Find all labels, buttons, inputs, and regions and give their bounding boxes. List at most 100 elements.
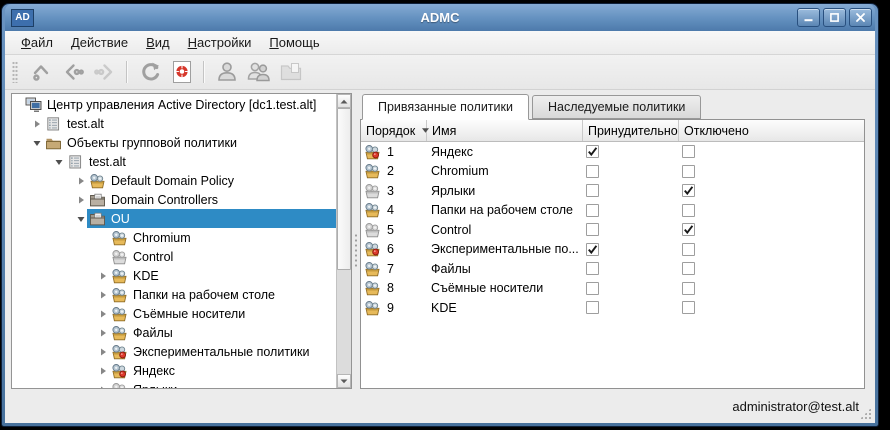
gpo-red-icon <box>111 344 128 360</box>
toolbar-refresh-button[interactable] <box>136 58 163 86</box>
expander-closed-icon[interactable] <box>74 176 87 186</box>
enforced-checkbox[interactable] <box>586 301 599 315</box>
disabled-checkbox[interactable] <box>682 262 695 276</box>
tree-item[interactable]: Объекты групповой политики <box>12 133 336 152</box>
tree-item[interactable]: KDE <box>12 266 336 285</box>
tree-item[interactable]: OU <box>12 209 336 228</box>
toolbar-target-button[interactable] <box>168 58 195 86</box>
menu-item-settings[interactable]: Настройки <box>180 33 260 52</box>
policy-row[interactable]: 5 Control <box>361 220 864 240</box>
column-header-1[interactable]: Порядок <box>361 120 430 141</box>
disabled-checkbox[interactable] <box>682 184 695 198</box>
toolbar-go-back-button[interactable] <box>59 58 86 86</box>
tree-item-body: Ярлыки <box>109 380 336 388</box>
enforced-checkbox[interactable] <box>586 223 599 237</box>
enforced-checkbox[interactable] <box>586 281 599 295</box>
disabled-checkbox[interactable] <box>682 145 695 159</box>
column-header-2[interactable]: Имя <box>427 120 583 141</box>
tree-item[interactable]: Яндекс <box>12 361 336 380</box>
resize-grip[interactable] <box>859 407 872 420</box>
expander-closed-icon[interactable] <box>74 195 87 205</box>
menu-item-file[interactable]: Файл <box>13 33 61 52</box>
toolbar-go-forward-button[interactable] <box>91 58 118 86</box>
enforced-checkbox[interactable] <box>586 184 599 198</box>
enforced-checkbox[interactable] <box>586 145 599 159</box>
disabled-checkbox[interactable] <box>682 242 695 256</box>
column-header-3[interactable]: Принудительно <box>583 120 679 141</box>
order-cell: 5 <box>361 222 427 238</box>
expander-closed-icon[interactable] <box>30 119 43 129</box>
menu-item-view[interactable]: Вид <box>138 33 178 52</box>
toolbar-create-user-button[interactable] <box>213 58 240 86</box>
disabled-checkbox[interactable] <box>682 301 695 315</box>
minimize-button[interactable] <box>797 8 820 27</box>
policy-row[interactable]: 7 Файлы <box>361 259 864 279</box>
menu-item-help[interactable]: Помощь <box>261 33 327 52</box>
toolbar-drag-handle[interactable] <box>12 61 18 83</box>
tree-item[interactable]: Default Domain Policy <box>12 171 336 190</box>
scrollbar-thumb[interactable] <box>337 108 351 270</box>
tree-item-label: Съёмные носители <box>133 306 246 321</box>
tree-item[interactable]: Съёмные носители <box>12 304 336 323</box>
toolbar <box>5 55 875 90</box>
tree-item[interactable]: test.alt <box>12 152 336 171</box>
scroll-up-button[interactable] <box>337 94 351 108</box>
disabled-checkbox[interactable] <box>682 281 695 295</box>
policy-row[interactable]: 6 Экспериментальные по... <box>361 240 864 260</box>
policy-row[interactable]: 2 Chromium <box>361 162 864 182</box>
policy-row[interactable]: 9 KDE <box>361 298 864 318</box>
titlebar[interactable]: AD ADMC <box>5 4 875 31</box>
maximize-button[interactable] <box>823 8 846 27</box>
menu-item-action[interactable]: Действие <box>63 33 136 52</box>
disabled-checkbox[interactable] <box>682 203 695 217</box>
expander-closed-icon[interactable] <box>96 271 109 281</box>
close-button[interactable] <box>849 8 872 27</box>
target-icon <box>170 60 194 84</box>
expander-open-icon[interactable] <box>52 157 65 167</box>
tree-item[interactable]: Центр управления Active Directory [dc1.t… <box>12 95 336 114</box>
expander-closed-icon[interactable] <box>96 328 109 338</box>
toolbar-go-up-button[interactable] <box>27 58 54 86</box>
expander-closed-icon[interactable] <box>96 385 109 388</box>
policy-row[interactable]: 1 Яндекс <box>361 142 864 162</box>
enforced-checkbox[interactable] <box>586 242 599 256</box>
enforced-checkbox[interactable] <box>586 262 599 276</box>
disabled-checkbox[interactable] <box>682 164 695 178</box>
column-header-4[interactable]: Отключено <box>679 120 864 141</box>
expander-closed-icon[interactable] <box>96 347 109 357</box>
toolbar-create-ou-button[interactable] <box>277 58 304 86</box>
tree-item-body: Chromium <box>109 228 336 247</box>
tree-scrollbar[interactable] <box>336 94 351 388</box>
disabled-checkbox[interactable] <box>682 223 695 237</box>
menubar: Файл Действие Вид Настройки Помощь <box>5 31 875 55</box>
expander-closed-icon[interactable] <box>96 366 109 376</box>
panel-splitter[interactable] <box>352 93 360 389</box>
tree-item[interactable]: Domain Controllers <box>12 190 336 209</box>
expander-closed-icon[interactable] <box>96 290 109 300</box>
column-label: Отключено <box>684 123 749 138</box>
tree-item[interactable]: test.alt <box>12 114 336 133</box>
gpo-icon <box>364 261 381 277</box>
arrow-up-small-icon <box>340 99 348 103</box>
tab-inherited-policies[interactable]: Наследуемые политики <box>531 95 702 119</box>
enforced-checkbox[interactable] <box>586 203 599 217</box>
tree-item[interactable]: Chromium <box>12 228 336 247</box>
policy-row[interactable]: 8 Съёмные носители <box>361 279 864 299</box>
policy-row[interactable]: 4 Папки на рабочем столе <box>361 201 864 221</box>
tab-linked-policies[interactable]: Привязанные политики <box>362 94 529 120</box>
tree-item[interactable]: Ярлыки <box>12 380 336 388</box>
tree-item[interactable]: Control <box>12 247 336 266</box>
enforced-checkbox[interactable] <box>586 164 599 178</box>
tree-item[interactable]: Папки на рабочем столе <box>12 285 336 304</box>
policy-row[interactable]: 3 Ярлыки <box>361 181 864 201</box>
toolbar-create-group-button[interactable] <box>245 58 272 86</box>
tree-item-label: Яндекс <box>133 363 176 378</box>
expander-open-icon[interactable] <box>74 214 87 224</box>
scroll-down-button[interactable] <box>337 374 351 388</box>
expander-open-icon[interactable] <box>30 138 43 148</box>
order-value: 6 <box>387 242 394 257</box>
expander-closed-icon[interactable] <box>96 309 109 319</box>
tree-item[interactable]: Экспериментальные политики <box>12 342 336 361</box>
tree-item-body: Объекты групповой политики <box>43 133 336 152</box>
tree-item[interactable]: Файлы <box>12 323 336 342</box>
